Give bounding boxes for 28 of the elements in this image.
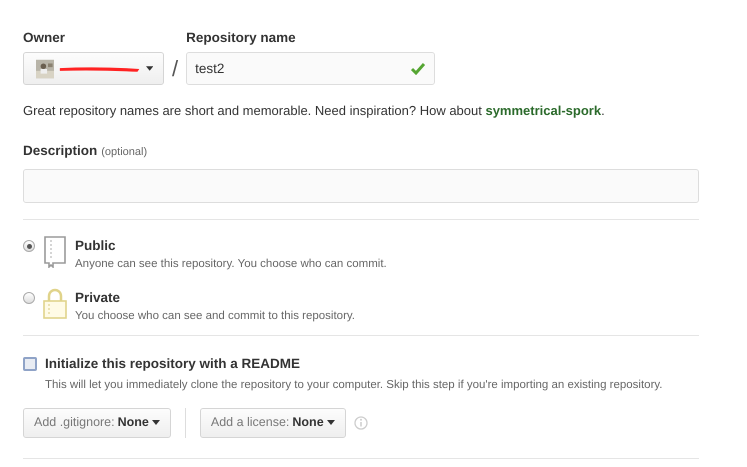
readme-description: This will let you immediately clone the repository to your computer. Skip this step if you're importing an existing repository. <box>45 378 663 394</box>
repository-name-label: Repository name <box>186 29 297 47</box>
option-title: Public <box>75 237 117 255</box>
option-title: Private <box>75 288 122 306</box>
caret-icon <box>326 420 335 425</box>
lock-icon <box>43 288 67 320</box>
slash-separator: / <box>171 55 180 84</box>
description-field[interactable] <box>23 169 699 203</box>
caret-icon <box>152 420 160 425</box>
info-icon[interactable] <box>354 416 368 430</box>
book-icon <box>43 236 67 268</box>
description-label: Description <box>23 142 98 160</box>
help-sentence: Great repository names are short and memorable. Need inspiration? How about <box>23 103 483 118</box>
readme-label: Initialize this repository with a README <box>45 355 302 373</box>
dropdown-button[interactable]: Add a license: None <box>200 408 346 438</box>
radio-button[interactable] <box>23 240 35 252</box>
option-description: You choose who can see and commit to this repository. <box>75 308 355 324</box>
radio-button[interactable] <box>23 292 35 304</box>
period-text: . <box>601 103 605 118</box>
repository-name-field[interactable]: test2 <box>186 52 436 86</box>
caret-icon <box>146 66 153 72</box>
owner-label: Owner <box>23 29 66 47</box>
option-description: Anyone can see this repository. You choose who can commit. <box>75 257 387 272</box>
optional-hint: (optional) <box>101 144 148 160</box>
suggestion-link[interactable]: symmetrical-spork <box>485 103 602 118</box>
checkbox[interactable] <box>23 357 37 371</box>
owner-select[interactable] <box>23 52 164 86</box>
dropdown-button[interactable]: Add .gitignore: None <box>23 408 171 438</box>
